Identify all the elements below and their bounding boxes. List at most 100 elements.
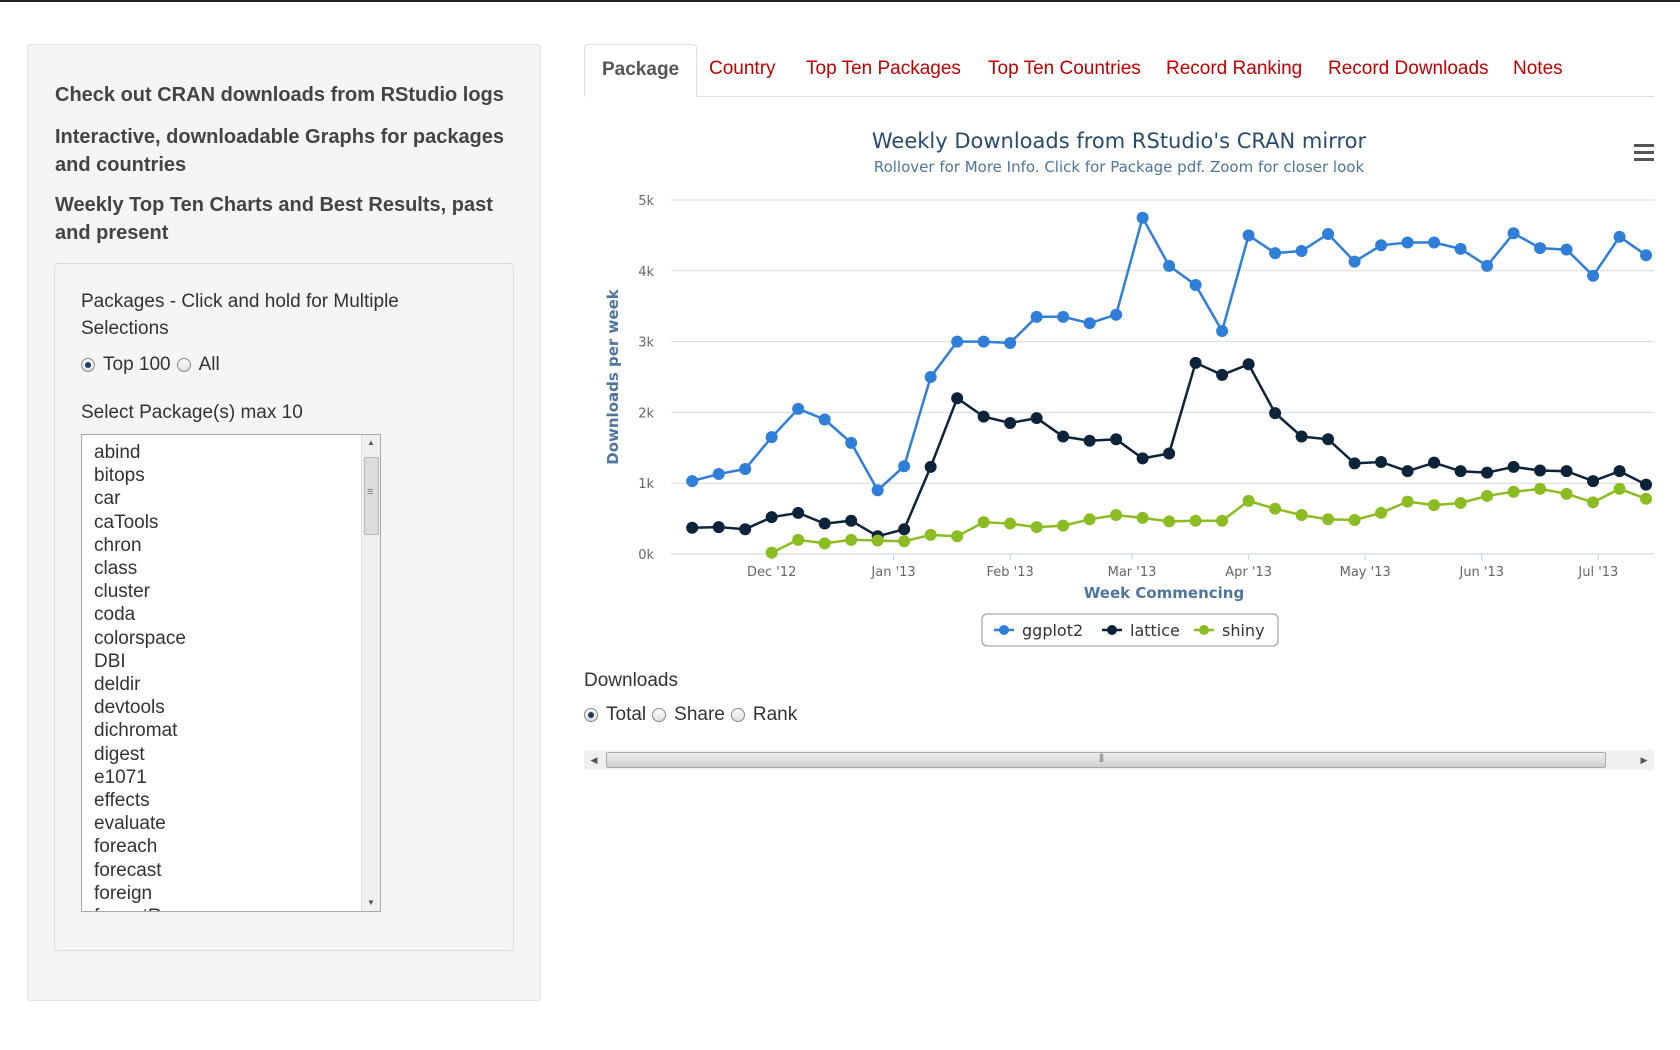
data-point-shiny[interactable] <box>1322 513 1335 526</box>
data-point-lattice[interactable] <box>1057 430 1070 443</box>
radio-share[interactable]: Share <box>652 704 725 726</box>
package-option[interactable]: digest <box>94 743 380 766</box>
radio-rank[interactable]: Rank <box>730 704 797 726</box>
data-point-ggplot2[interactable] <box>1640 249 1653 262</box>
radio-total[interactable]: Total <box>584 704 646 726</box>
data-point-ggplot2[interactable] <box>845 436 858 449</box>
data-point-ggplot2[interactable] <box>1083 317 1096 330</box>
package-option[interactable]: evaluate <box>94 812 380 835</box>
data-point-ggplot2[interactable] <box>1587 269 1600 282</box>
data-point-shiny[interactable] <box>1030 521 1043 534</box>
package-option[interactable]: forecast <box>94 859 380 882</box>
data-point-ggplot2[interactable] <box>1454 242 1467 255</box>
data-point-shiny[interactable] <box>871 534 884 547</box>
data-point-shiny[interactable] <box>1189 514 1202 527</box>
data-point-lattice[interactable] <box>1640 478 1653 491</box>
data-point-ggplot2[interactable] <box>1507 227 1520 240</box>
tab-notes[interactable]: Notes <box>1496 44 1580 96</box>
data-point-shiny[interactable] <box>1295 509 1308 522</box>
data-point-lattice[interactable] <box>1507 460 1520 473</box>
data-point-ggplot2[interactable] <box>765 431 778 444</box>
tab-record-ranking[interactable]: Record Ranking <box>1149 44 1319 96</box>
data-point-lattice[interactable] <box>1348 457 1361 470</box>
data-point-ggplot2[interactable] <box>712 467 725 480</box>
data-point-lattice[interactable] <box>1454 465 1467 478</box>
radio-share-circle[interactable] <box>652 708 667 722</box>
data-point-ggplot2[interactable] <box>1481 259 1494 272</box>
package-option[interactable]: bitops <box>94 464 380 487</box>
weekly-downloads-chart[interactable]: Weekly Downloads from RStudio's CRAN mir… <box>584 122 1654 662</box>
tab-top-ten-packages[interactable]: Top Ten Packages <box>789 44 978 96</box>
data-point-shiny[interactable] <box>1057 519 1070 532</box>
data-point-shiny[interactable] <box>1613 482 1626 495</box>
data-point-ggplot2[interactable] <box>1401 236 1414 249</box>
package-option[interactable]: DBI <box>94 650 380 673</box>
data-point-lattice[interactable] <box>1163 447 1176 460</box>
data-point-lattice[interactable] <box>1587 475 1600 488</box>
radio-all-circle[interactable] <box>176 358 191 372</box>
data-point-ggplot2[interactable] <box>1322 227 1335 240</box>
data-point-lattice[interactable] <box>1269 407 1282 420</box>
data-point-lattice[interactable] <box>1136 452 1149 465</box>
data-point-lattice[interactable] <box>1004 417 1017 430</box>
data-point-shiny[interactable] <box>1083 513 1096 526</box>
data-point-lattice[interactable] <box>845 514 858 527</box>
legend-marker-lattice[interactable] <box>1107 625 1117 635</box>
data-point-shiny[interactable] <box>792 533 805 546</box>
data-point-shiny[interactable] <box>898 535 911 548</box>
package-option[interactable]: coda <box>94 603 380 626</box>
horizontal-scroll-thumb[interactable] <box>606 752 1606 768</box>
data-point-ggplot2[interactable] <box>792 402 805 415</box>
package-select-list[interactable]: abind bitops car caTools chron class cluster co… <box>81 434 381 912</box>
data-point-ggplot2[interactable] <box>1242 229 1255 242</box>
chart-menu-icon[interactable] <box>1634 144 1654 164</box>
data-point-ggplot2[interactable] <box>1216 324 1229 337</box>
tab-country[interactable]: Country <box>692 44 793 96</box>
data-point-lattice[interactable] <box>1613 465 1626 478</box>
data-point-shiny[interactable] <box>951 530 964 543</box>
data-point-shiny[interactable] <box>1216 514 1229 527</box>
data-point-lattice[interactable] <box>977 410 990 423</box>
data-point-ggplot2[interactable] <box>1560 243 1573 256</box>
data-point-shiny[interactable] <box>1560 487 1573 500</box>
data-point-lattice[interactable] <box>739 523 752 536</box>
data-point-lattice[interactable] <box>765 511 778 524</box>
data-point-lattice[interactable] <box>1030 412 1043 425</box>
package-option[interactable]: colorspace <box>94 627 380 650</box>
radio-top100[interactable]: Top 100 <box>81 354 171 376</box>
tab-record-downloads[interactable]: Record Downloads <box>1311 44 1506 96</box>
data-point-lattice[interactable] <box>1189 356 1202 369</box>
data-point-ggplot2[interactable] <box>924 371 937 383</box>
data-point-ggplot2[interactable] <box>977 335 990 348</box>
data-point-lattice[interactable] <box>1534 464 1547 477</box>
package-option[interactable]: dichromat <box>94 719 380 742</box>
data-point-ggplot2[interactable] <box>739 463 752 476</box>
radio-all[interactable]: All <box>176 354 220 376</box>
data-point-ggplot2[interactable] <box>898 460 911 473</box>
data-point-ggplot2[interactable] <box>951 335 964 348</box>
data-point-ggplot2[interactable] <box>1348 255 1361 268</box>
package-option[interactable]: foreach <box>94 835 380 858</box>
data-point-ggplot2[interactable] <box>1428 236 1441 249</box>
data-point-lattice[interactable] <box>1110 433 1123 446</box>
data-point-shiny[interactable] <box>1004 517 1017 530</box>
data-point-ggplot2[interactable] <box>1269 247 1282 260</box>
package-list-scroll-thumb[interactable] <box>364 457 379 535</box>
radio-rank-circle[interactable] <box>730 708 745 722</box>
data-point-lattice[interactable] <box>1375 455 1388 468</box>
data-point-shiny[interactable] <box>977 516 990 529</box>
data-point-lattice[interactable] <box>1428 456 1441 469</box>
data-point-lattice[interactable] <box>712 521 725 534</box>
data-point-shiny[interactable] <box>1136 511 1149 524</box>
data-point-shiny[interactable] <box>1375 506 1388 519</box>
data-point-shiny[interactable] <box>1242 494 1255 507</box>
data-point-lattice[interactable] <box>924 460 937 473</box>
data-point-lattice[interactable] <box>1481 466 1494 479</box>
scroll-right-arrow-icon[interactable]: ▶ <box>1634 750 1654 770</box>
horizontal-scrollbar[interactable]: ◀ ▶ <box>584 750 1654 770</box>
data-point-lattice[interactable] <box>1560 465 1573 478</box>
data-point-lattice[interactable] <box>1295 430 1308 443</box>
data-point-ggplot2[interactable] <box>1030 310 1043 323</box>
data-point-lattice[interactable] <box>898 523 911 536</box>
data-point-ggplot2[interactable] <box>1375 239 1388 252</box>
